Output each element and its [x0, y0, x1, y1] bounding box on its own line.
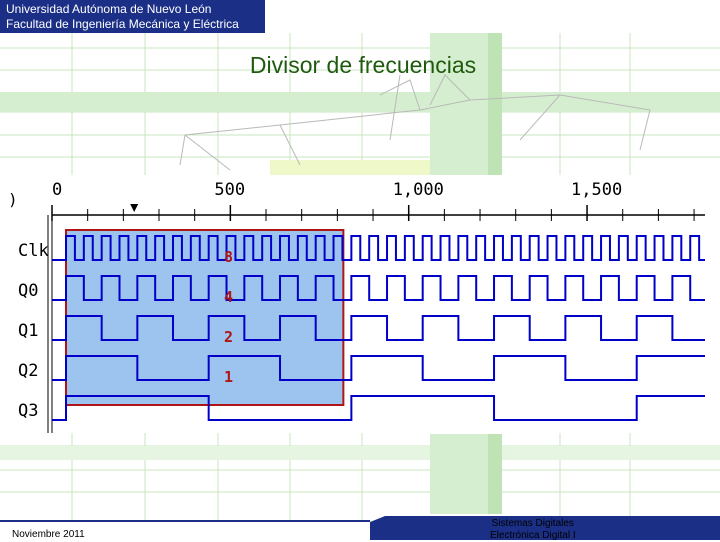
signal-name-q2: Q2 [18, 361, 38, 381]
institution-header: Universidad Autónoma de Nuevo León Facul… [0, 0, 265, 33]
university-name: Universidad Autónoma de Nuevo León [6, 2, 212, 16]
signal-name-q3: Q3 [18, 401, 38, 421]
divisor-highlight-box[interactable] [65, 229, 345, 406]
footer-course-line2: Electrónica Digital I [490, 530, 576, 541]
footer-course-line1: Sistemas Digitales [491, 518, 574, 529]
tick-label: 500 [214, 180, 245, 200]
divisor-label: 4 [224, 288, 233, 306]
footer-date: Noviembre 2011 [12, 529, 85, 540]
divisor-label: 2 [224, 328, 233, 346]
footer: Noviembre 2011 Sistemas Digitales Electr… [0, 516, 720, 542]
axis-edge-glyph: ) [8, 190, 18, 209]
faculty-name: Facultad de Ingeniería Mecánica y Eléctr… [6, 17, 239, 31]
signal-name-q0: Q0 [18, 281, 38, 301]
divisor-label: 8 [224, 248, 233, 266]
tick-label: 1,000 [393, 180, 444, 200]
footer-course: Sistemas Digitales Electrónica Digital I [490, 518, 576, 542]
tick-label: 0 [52, 180, 62, 200]
signal-name-clk: Clk [18, 241, 49, 261]
divisor-label: 1 [224, 368, 233, 386]
slide-title: Divisor de frecuencias [249, 52, 477, 78]
timing-diagram: ) 0 500 1,000 1,500 Clk Q0 Q1 Q2 Q3 8 4 2 1 [0, 175, 705, 433]
tick-label: 1,500 [571, 180, 622, 200]
signal-name-q1: Q1 [18, 321, 38, 341]
